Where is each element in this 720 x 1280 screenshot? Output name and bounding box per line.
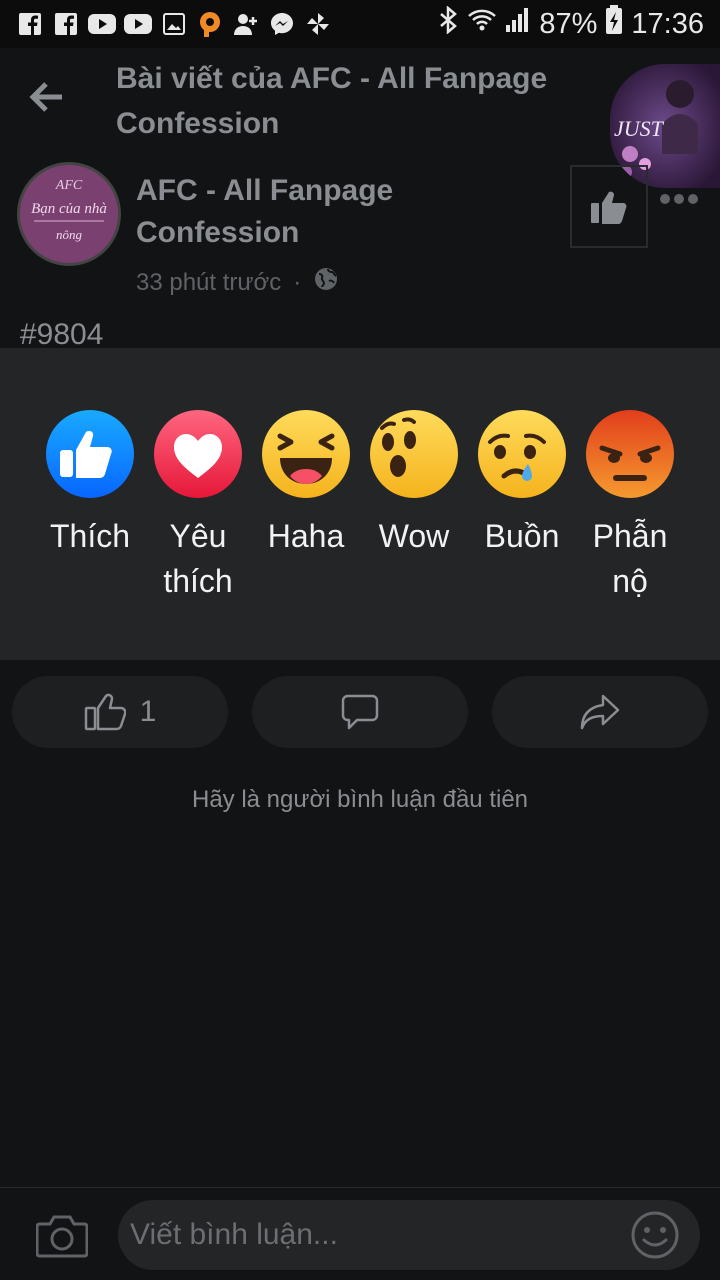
- reaction-like[interactable]: Thích: [36, 410, 144, 559]
- comment-composer: [0, 1187, 720, 1280]
- reaction-haha[interactable]: Haha: [252, 410, 360, 559]
- comment-button[interactable]: [252, 676, 468, 748]
- reaction-label: Haha: [267, 518, 345, 554]
- post-meta: 33 phút trước ·: [136, 266, 339, 299]
- comment-input[interactable]: [118, 1200, 700, 1270]
- page-avatar[interactable]: AFC Bạn của nhà nông: [17, 162, 121, 266]
- angry-reaction-icon: [586, 410, 674, 498]
- camera-icon: [35, 1215, 89, 1258]
- reaction-wow[interactable]: Wow: [360, 410, 468, 559]
- system-status: 87% 17:36: [437, 5, 704, 43]
- signal-icon: [505, 7, 531, 41]
- gallery-icon: [160, 11, 188, 37]
- wow-reaction-icon: [370, 410, 458, 498]
- battery-charging-icon: [605, 5, 623, 43]
- facebook-icon: [52, 11, 80, 37]
- reaction-sad[interactable]: Buồn: [468, 410, 576, 559]
- p-app-icon: [196, 11, 224, 37]
- haha-reaction-icon: [262, 410, 350, 498]
- meta-separator: ·: [293, 268, 302, 296]
- post-time: 33 phút trước: [136, 268, 282, 296]
- youtube-icon: [88, 11, 116, 37]
- chathead-text: JUST: [614, 116, 665, 141]
- post-hashtag[interactable]: #9804: [20, 318, 103, 348]
- add-contact-icon: [232, 11, 260, 37]
- avatar-text-2: Bạn của nhà: [31, 201, 107, 217]
- clock: 17:36: [631, 7, 704, 40]
- like-button[interactable]: 1: [12, 676, 228, 748]
- thumbs-up-icon: [84, 693, 126, 731]
- like-count: 1: [139, 695, 157, 728]
- share-icon: [580, 694, 620, 730]
- empty-comments-message: Hãy là người bình luận đầu tiên: [191, 786, 529, 813]
- post-header-bar: Bài viết của AFC - All Fanpage Confessio…: [0, 48, 720, 188]
- reaction-label: Buồn: [484, 518, 560, 554]
- smiley-icon: [631, 1211, 679, 1259]
- reaction-love[interactable]: Yêu thích: [144, 410, 252, 604]
- status-bar: 87% 17:36: [0, 0, 720, 48]
- reaction-angry[interactable]: Phẫn nộ: [576, 410, 684, 604]
- reaction-label: Thích: [49, 518, 131, 554]
- page-name[interactable]: AFC - All Fanpage Confession: [136, 170, 546, 254]
- reaction-picker: Thích Yêu thích Haha Wow Buồn Phẫn nộ: [0, 348, 720, 660]
- sad-reaction-icon: [478, 410, 566, 498]
- youtube-icon: [124, 11, 152, 37]
- bluetooth-icon: [437, 5, 459, 42]
- love-reaction-icon: [154, 410, 242, 498]
- reaction-label: Yêu thích: [163, 518, 233, 599]
- avatar-text-1: AFC: [55, 178, 83, 193]
- battery-percent: 87%: [539, 7, 598, 40]
- messenger-icon: [268, 11, 296, 37]
- back-button[interactable]: [26, 76, 68, 118]
- pinwheel-icon: [304, 11, 332, 37]
- share-button[interactable]: [492, 676, 708, 748]
- like-reaction-icon: [46, 410, 134, 498]
- like-page-button[interactable]: [570, 165, 648, 248]
- globe-icon: [313, 266, 339, 299]
- page-title: Bài viết của AFC - All Fanpage Confessio…: [116, 62, 548, 140]
- wifi-icon: [467, 7, 497, 41]
- reaction-label: Wow: [378, 518, 450, 554]
- reaction-label: Phẫn nộ: [592, 518, 668, 599]
- facebook-icon: [16, 11, 44, 37]
- camera-button[interactable]: [35, 1214, 89, 1258]
- comment-icon: [341, 694, 379, 730]
- thumbs-up-icon: [591, 191, 627, 224]
- arrow-left-icon: [29, 82, 62, 112]
- emoji-button[interactable]: [630, 1210, 680, 1260]
- avatar-text-3: nông: [56, 227, 83, 242]
- more-options-button[interactable]: [660, 192, 700, 206]
- notification-icons: [16, 11, 332, 37]
